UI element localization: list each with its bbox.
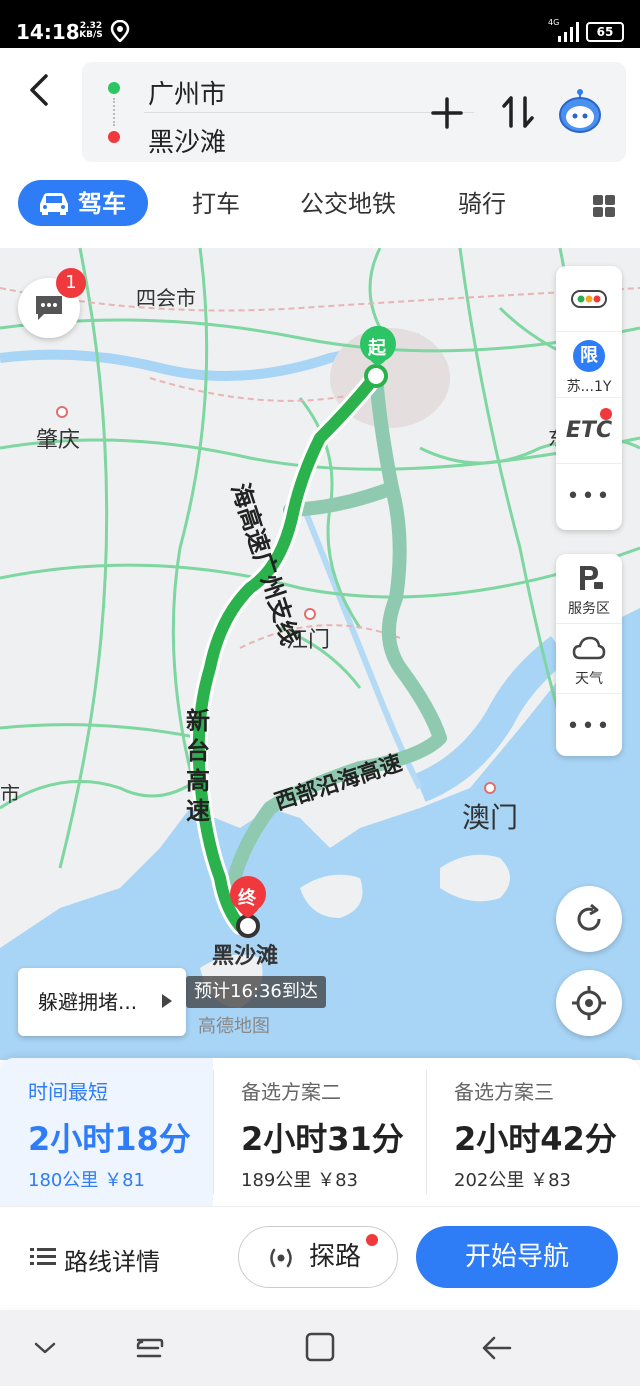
transport-tabs: 驾车 打车 公交地铁 骑行 xyxy=(0,180,640,236)
tab-taxi[interactable]: 打车 xyxy=(192,180,240,228)
traffic-light-icon xyxy=(571,290,607,308)
battery-indicator: 65 xyxy=(586,22,624,42)
status-time: 14:18 xyxy=(16,20,80,44)
start-point xyxy=(364,364,388,388)
plan-distance: 202公里 ￥83 xyxy=(454,1170,571,1191)
swap-route-icon[interactable] xyxy=(500,94,536,130)
tab-transit[interactable]: 公交地铁 xyxy=(300,180,396,228)
signal-icon xyxy=(558,22,579,42)
location-icon xyxy=(110,20,130,42)
back-arrow-icon[interactable] xyxy=(24,70,52,110)
end-marker-label: 终 xyxy=(238,888,256,909)
more-icon-2: ••• xyxy=(566,714,612,739)
broadcast-icon xyxy=(270,1248,292,1268)
weather-label: 天气 xyxy=(575,671,603,687)
etc-red-dot xyxy=(600,408,612,420)
more-tools-top[interactable]: ••• xyxy=(556,464,622,530)
map-label-left-edge: 市 xyxy=(0,782,20,806)
status-bar: 14:18 2.32 KB/S 4G 65 xyxy=(0,0,640,48)
plate-restriction[interactable]: 限 苏...1Y xyxy=(556,332,622,398)
route-connector xyxy=(113,98,115,126)
etc-toggle[interactable]: ETC xyxy=(556,398,622,464)
amap-logo: 高德地图 xyxy=(198,1016,270,1037)
end-dot xyxy=(108,131,120,143)
tab-drive-label: 驾车 xyxy=(78,190,126,218)
macau-dot xyxy=(484,782,496,794)
network-speed: 2.32 KB/S xyxy=(76,22,106,40)
cloud-icon xyxy=(572,636,606,660)
eta-tag: 预计16:36到达 xyxy=(186,976,326,1008)
message-count-badge: 1 xyxy=(56,268,86,298)
divider xyxy=(0,1206,640,1207)
end-location[interactable]: 黑沙滩 xyxy=(148,122,226,159)
start-location[interactable]: 广州市 xyxy=(148,74,226,111)
plan-card-1[interactable]: 时间最短 2小时18分 180公里 ￥81 xyxy=(0,1058,213,1206)
start-dot xyxy=(108,82,120,94)
plan-distance: 180公里 ￥81 xyxy=(28,1170,145,1191)
map-info-panel: 服务区 天气 ••• xyxy=(556,554,622,756)
chat-icon xyxy=(36,296,62,320)
more-tools-bottom[interactable]: ••• xyxy=(556,694,622,756)
system-nav-bar xyxy=(0,1310,640,1386)
refresh-icon xyxy=(577,903,601,931)
back-nav-icon[interactable] xyxy=(480,1330,514,1366)
plan-time: 2小时31分 xyxy=(241,1120,404,1158)
add-waypoint-icon[interactable] xyxy=(430,96,464,130)
crosshair-icon xyxy=(572,986,606,1020)
plate-label: 苏...1Y xyxy=(566,379,612,395)
service-area-toggle[interactable]: 服务区 xyxy=(556,554,622,624)
chevron-down-icon[interactable] xyxy=(32,1330,58,1366)
route-plans-sheet: 时间最短 2小时18分 180公里 ￥81 备选方案二 2小时31分 189公里… xyxy=(0,1058,640,1308)
map-label-zhaoqing: 肇庆 xyxy=(36,428,81,453)
more-icon: ••• xyxy=(566,484,612,509)
avoid-congestion-button[interactable]: 躲避拥堵... xyxy=(18,968,186,1036)
map-label-blackbeach: 黑沙滩 xyxy=(212,944,279,969)
locate-me-button[interactable] xyxy=(556,970,622,1036)
jiangmen-dot xyxy=(304,608,316,620)
restriction-badge: 限 xyxy=(573,340,605,372)
assistant-robot-icon[interactable] xyxy=(556,86,604,134)
road-label-xintai: 新台高速 xyxy=(186,707,210,825)
tab-drive[interactable]: 驾车 xyxy=(18,180,148,226)
tab-cycling[interactable]: 骑行 xyxy=(458,180,506,228)
parking-icon xyxy=(580,566,603,590)
traffic-toggle[interactable] xyxy=(556,266,622,332)
plan-name: 时间最短 xyxy=(28,1080,108,1104)
alternate-route-line xyxy=(225,369,447,895)
plan-card-2[interactable]: 备选方案二 2小时31分 189公里 ￥83 xyxy=(213,1058,426,1206)
route-details-button[interactable]: 路线详情 xyxy=(30,1242,160,1277)
plan-distance: 189公里 ￥83 xyxy=(241,1170,358,1191)
plan-time: 2小时18分 xyxy=(28,1120,191,1158)
service-area-label: 服务区 xyxy=(568,601,610,617)
start-marker-label: 起 xyxy=(368,338,386,359)
recent-apps-icon[interactable] xyxy=(134,1330,166,1366)
map-canvas xyxy=(0,248,640,1060)
map-label-macau: 澳门 xyxy=(462,801,519,834)
map-tools-panel: 限 苏...1Y ETC ••• xyxy=(556,266,622,530)
zhaoqing-dot xyxy=(56,406,68,418)
plan-card-3[interactable]: 备选方案三 2小时42分 202公里 ￥83 xyxy=(426,1058,639,1206)
divider xyxy=(144,112,474,113)
home-square-icon[interactable] xyxy=(302,1330,338,1366)
speed-unit: KB/S xyxy=(79,30,103,40)
explore-red-dot xyxy=(366,1234,378,1246)
route-header: 广州市 黑沙滩 驾车 打车 公交地铁 骑行 xyxy=(0,48,640,248)
avoid-arrow-icon xyxy=(162,994,172,1008)
plan-name: 备选方案二 xyxy=(241,1080,341,1104)
start-navigation-button[interactable]: 开始导航 xyxy=(416,1226,618,1288)
refresh-route-button[interactable] xyxy=(556,886,622,952)
plan-name: 备选方案三 xyxy=(454,1080,554,1104)
more-modes-grid-icon[interactable] xyxy=(592,194,616,218)
map-label-sihui: 四会市 xyxy=(136,286,196,310)
etc-label: ETC xyxy=(565,418,613,443)
weather-toggle[interactable]: 天气 xyxy=(556,624,622,694)
end-point xyxy=(236,914,260,938)
plan-time: 2小时42分 xyxy=(454,1120,617,1158)
map-view[interactable]: 四会市 肇庆 江门 澳门 市 东 黑沙滩 海高速广州支线 新台高速 西部沿海高速… xyxy=(0,248,640,1060)
route-input-box: 广州市 黑沙滩 xyxy=(82,62,626,162)
car-icon xyxy=(40,193,68,215)
